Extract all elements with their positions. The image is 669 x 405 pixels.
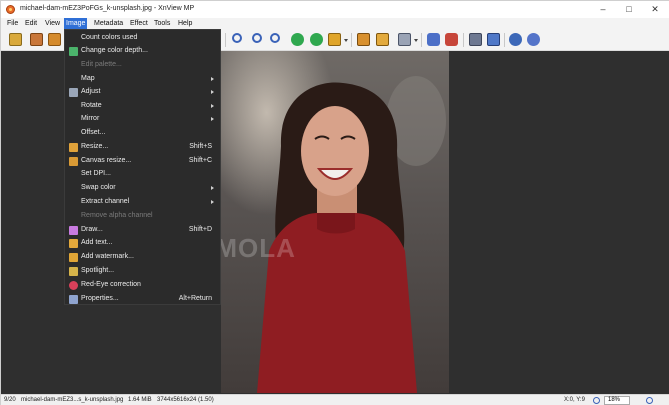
- menu-item-extract-channel[interactable]: Extract channel: [65, 196, 220, 209]
- menu-item-rotate[interactable]: Rotate: [65, 100, 220, 113]
- camera-icon[interactable]: [427, 33, 440, 46]
- submenu-arrow-icon: [211, 200, 214, 204]
- print-icon[interactable]: [469, 33, 482, 46]
- properties-icon: [69, 295, 78, 304]
- status-cursor: X:0, Y:9: [564, 397, 585, 403]
- app-window: michael-dam-mEZ3PoFGs_k-unsplash.jpg - X…: [0, 0, 669, 405]
- scanner-icon[interactable]: [487, 33, 500, 46]
- red-eye-icon: [69, 281, 78, 290]
- image-menu-dropdown: Count colors used Change color depth... …: [64, 29, 221, 305]
- status-filename: michael-dam-mEZ3...s_k-unsplash.jpg: [21, 397, 124, 403]
- menu-file[interactable]: File: [5, 18, 20, 29]
- browse-icon[interactable]: [30, 33, 43, 46]
- window-title: michael-dam-mEZ3PoFGs_k-unsplash.jpg - X…: [20, 5, 195, 12]
- draw-icon: [69, 226, 78, 235]
- spotlight-icon: [69, 267, 78, 276]
- submenu-arrow-icon: [211, 117, 214, 121]
- menu-effect[interactable]: Effect: [128, 18, 150, 29]
- resize-icon: [69, 143, 78, 152]
- submenu-arrow-icon: [211, 90, 214, 94]
- menu-item-set-dpi[interactable]: Set DPI...: [65, 168, 220, 181]
- menu-tools[interactable]: Tools: [152, 18, 172, 29]
- menu-item-canvas-resize[interactable]: Canvas resize... Shift+C: [65, 155, 220, 168]
- resize-icon[interactable]: [376, 33, 389, 46]
- menu-view[interactable]: View: [43, 18, 62, 29]
- menu-item-spotlight[interactable]: Spotlight...: [65, 265, 220, 278]
- menu-edit[interactable]: Edit: [23, 18, 39, 29]
- title-bar: michael-dam-mEZ3PoFGs_k-unsplash.jpg - X…: [1, 1, 669, 18]
- submenu-arrow-icon: [211, 77, 214, 81]
- menu-item-add-watermark[interactable]: Add watermark...: [65, 251, 220, 264]
- menu-item-draw[interactable]: Draw... Shift+D: [65, 224, 220, 237]
- status-bar: 9/20 michael-dam-mEZ3...s_k-unsplash.jpg…: [1, 394, 669, 405]
- menu-bar: File Edit View Image Metadata Effect Too…: [1, 18, 669, 29]
- minimize-button[interactable]: –: [590, 1, 616, 18]
- submenu-arrow-icon: [211, 104, 214, 108]
- watermark-icon: [69, 253, 78, 262]
- menu-item-add-text[interactable]: Add text...: [65, 237, 220, 250]
- tree-icon[interactable]: [9, 33, 22, 46]
- zoom-out-icon[interactable]: [232, 33, 242, 43]
- xnview-logo-icon: [6, 5, 15, 14]
- add-text-icon: [69, 239, 78, 248]
- rotate-right-icon[interactable]: [310, 33, 323, 46]
- menu-help[interactable]: Help: [176, 18, 194, 29]
- menu-item-offset[interactable]: Offset...: [65, 127, 220, 140]
- status-filesize: 1.64 MiB: [128, 397, 152, 403]
- submenu-arrow-icon: [211, 186, 214, 190]
- paint-icon[interactable]: [445, 33, 458, 46]
- menu-item-mirror[interactable]: Mirror: [65, 113, 220, 126]
- maximize-button[interactable]: □: [616, 1, 642, 18]
- zoom-in-icon[interactable]: [252, 33, 262, 43]
- menu-item-resize[interactable]: Resize... Shift+S: [65, 141, 220, 154]
- zoom-level-field[interactable]: 18%: [604, 396, 630, 405]
- zoom-out-icon[interactable]: [593, 397, 600, 404]
- menu-item-remove-alpha: Remove alpha channel: [81, 212, 153, 219]
- color-depth-icon: [69, 47, 78, 56]
- canvas-resize-icon: [69, 157, 78, 166]
- menu-item-map[interactable]: Map: [65, 73, 220, 86]
- status-dimensions: 3744x5616x24 (1.50): [157, 397, 214, 403]
- folder-icon[interactable]: [328, 33, 341, 46]
- screen-icon[interactable]: [398, 33, 411, 46]
- zoom-fit-icon[interactable]: [270, 33, 280, 43]
- menu-image[interactable]: Image: [64, 18, 88, 29]
- photo-preview[interactable]: [221, 51, 449, 393]
- menu-metadata[interactable]: Metadata: [92, 18, 125, 29]
- menu-item-edit-palette: Edit palette...: [81, 61, 122, 68]
- menu-item-change-color-depth[interactable]: Change color depth...: [65, 45, 220, 58]
- fullscreen-icon[interactable]: [48, 33, 61, 46]
- menu-item-adjust[interactable]: Adjust: [65, 86, 220, 99]
- portrait-image: [221, 51, 449, 393]
- settings-icon[interactable]: [509, 33, 522, 46]
- adjust-icon: [69, 88, 78, 97]
- menu-item-red-eye[interactable]: Red-Eye correction: [65, 279, 220, 292]
- menu-item-swap-color[interactable]: Swap color: [65, 182, 220, 195]
- menu-item-properties[interactable]: Properties... Alt+Return: [65, 293, 220, 306]
- help-icon[interactable]: [527, 33, 540, 46]
- close-button[interactable]: ✕: [642, 1, 668, 18]
- zoom-in-icon[interactable]: [646, 397, 653, 404]
- rotate-left-icon[interactable]: [291, 33, 304, 46]
- status-position: 9/20: [4, 397, 16, 403]
- menu-item-count-colors[interactable]: Count colors used: [65, 32, 220, 45]
- crop-icon[interactable]: [357, 33, 370, 46]
